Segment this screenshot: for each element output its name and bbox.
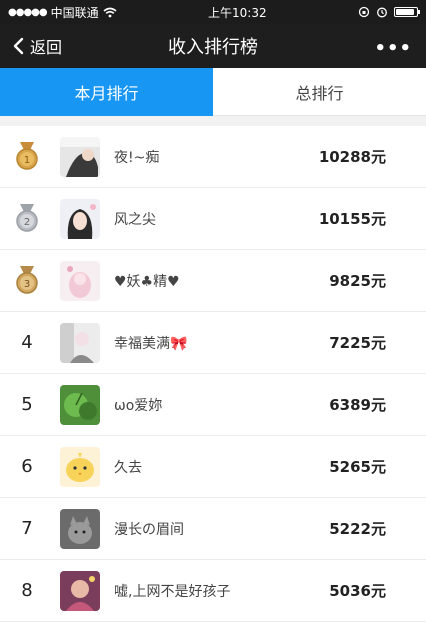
income-amount: 7225元 [329, 334, 386, 352]
bronze-medal-icon: 3 [16, 265, 38, 294]
avatar-image [60, 446, 100, 487]
tab-monthly-ranking[interactable]: 本月排行 [0, 68, 213, 116]
page-title: 收入排行榜 [168, 37, 258, 58]
tab-bar: 本月排行 总排行 [0, 68, 426, 116]
avatar-image [60, 322, 100, 363]
income-amount: 6389元 [329, 396, 386, 414]
income-amount: 5265元 [329, 458, 386, 476]
rank-number: 3 [24, 279, 30, 290]
list-item[interactable]: 5 ωo爱妳 6389元 [0, 374, 426, 436]
income-amount: 5222元 [329, 520, 386, 538]
rotation-lock-icon [358, 6, 370, 18]
list-item[interactable]: 8 嘘,上网不是好孩子 5036元 [0, 560, 426, 622]
avatar [60, 136, 100, 177]
avatar-image [60, 508, 100, 549]
user-name: ωo爱妳 [114, 397, 163, 414]
avatar [60, 446, 100, 487]
rank-number: 5 [21, 394, 33, 415]
user-name: 夜!~痴 [114, 149, 160, 166]
back-label: 返回 [30, 38, 63, 57]
alarm-icon [377, 7, 387, 18]
section-divider [0, 116, 426, 126]
ranking-list: 1 夜!~痴 10288元 2 风之尖 10155元 3 ♥妖♣精♥ 9825元… [0, 126, 426, 622]
navigation-bar: 返回 收入排行榜 ••• [0, 24, 426, 68]
list-item[interactable]: 3 ♥妖♣精♥ 9825元 [0, 250, 426, 312]
rank-number: 6 [21, 456, 33, 477]
avatar-image [60, 570, 100, 611]
user-name: 漫长の眉间 [114, 521, 184, 538]
back-button[interactable]: 返回 [0, 34, 62, 58]
rank-badge: 2 [0, 203, 54, 234]
rank-number: 2 [24, 217, 30, 228]
avatar [60, 322, 100, 363]
user-name: 风之尖 [114, 211, 156, 228]
wifi-icon [103, 7, 117, 17]
avatar-image [60, 136, 100, 177]
avatar-image [60, 260, 100, 301]
avatar-image [60, 198, 100, 239]
avatar [60, 570, 100, 611]
silver-medal-icon: 2 [16, 203, 38, 232]
avatar-image [60, 384, 100, 425]
avatar [60, 260, 100, 301]
rank-number: 8 [21, 580, 33, 601]
signal-strength-icon: ●●●●● [8, 6, 48, 18]
avatar [60, 384, 100, 425]
income-amount: 5036元 [329, 582, 386, 600]
tab-total-ranking[interactable]: 总排行 [213, 68, 426, 116]
income-amount: 10288元 [318, 148, 386, 166]
income-amount: 10155元 [318, 210, 386, 228]
user-name: 幸福美满🎀 [114, 335, 188, 352]
user-name: 嘘,上网不是好孩子 [114, 583, 231, 600]
chevron-left-icon [13, 37, 24, 55]
status-bar: ●●●●● 中国联通 上午10:32 [0, 0, 426, 24]
rank-number: 1 [24, 155, 30, 166]
list-item[interactable]: 4 幸福美满🎀 7225元 [0, 312, 426, 374]
battery-icon [394, 7, 420, 17]
avatar [60, 508, 100, 549]
more-options-button[interactable]: ••• [374, 38, 412, 59]
status-time: 上午10:32 [208, 5, 267, 20]
avatar [60, 198, 100, 239]
list-item[interactable]: 2 风之尖 10155元 [0, 188, 426, 250]
list-item[interactable]: 1 夜!~痴 10288元 [0, 126, 426, 188]
user-name: ♥妖♣精♥ [114, 273, 180, 290]
rank-number: 4 [21, 332, 33, 353]
income-amount: 9825元 [329, 272, 386, 290]
rank-badge: 3 [0, 265, 54, 296]
rank-badge: 1 [0, 141, 54, 172]
list-item[interactable]: 6 久去 5265元 [0, 436, 426, 498]
rank-number: 7 [21, 518, 33, 539]
gold-medal-icon: 1 [16, 141, 38, 170]
carrier-name: 中国联通 [50, 5, 99, 20]
user-name: 久去 [114, 459, 142, 476]
list-item[interactable]: 7 漫长の眉间 5222元 [0, 498, 426, 560]
